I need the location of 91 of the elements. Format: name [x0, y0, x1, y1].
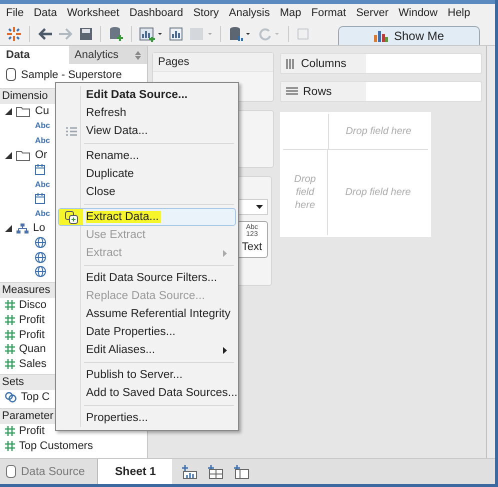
new-dashboard-icon[interactable]: [208, 464, 224, 478]
field-name[interactable]: Profit: [19, 328, 45, 341]
menu-item[interactable]: Story: [193, 7, 219, 19]
columns-icon: [286, 58, 296, 68]
menu-item[interactable]: Publish to Server...: [58, 366, 236, 384]
hash-icon: [5, 426, 15, 436]
menu-item[interactable]: Duplicate: [58, 165, 236, 183]
calendar-icon: [35, 193, 45, 204]
data-source-name[interactable]: Sample - Superstore: [21, 68, 122, 80]
database-icon: [6, 465, 16, 478]
string-type-icon: Abc: [35, 121, 50, 130]
hash-icon: [5, 358, 15, 369]
field-name[interactable]: Profit: [19, 424, 45, 437]
field-name[interactable]: Top C: [21, 391, 50, 404]
shelf[interactable]: Rows: [280, 81, 482, 102]
new-worksheet-icon[interactable]: [182, 464, 198, 478]
field-name[interactable]: Sales: [19, 358, 47, 370]
globe-icon: [35, 237, 46, 248]
database-icon[interactable]: [228, 26, 252, 42]
menu-item[interactable]: Refresh: [58, 104, 236, 122]
section-header: Dimensio: [2, 90, 48, 102]
menu-item[interactable]: Add to Saved Data Sources...: [58, 384, 236, 402]
hierarchy-icon: [16, 222, 29, 234]
card-title: Pages: [158, 56, 190, 68]
globe-icon: [35, 266, 46, 278]
field-name[interactable]: Or: [35, 149, 48, 162]
menu-item[interactable]: Analysis: [228, 7, 270, 19]
caret-icon: [256, 205, 263, 209]
menu-item[interactable]: Data: [34, 7, 57, 19]
rows-icon: [286, 86, 298, 96]
extract-icon: [64, 210, 78, 224]
menu-item[interactable]: Properties...: [58, 409, 236, 427]
field-name[interactable]: Quan: [19, 343, 46, 356]
menu-item[interactable]: Edit Aliases...: [58, 341, 236, 359]
hash-icon: [5, 330, 15, 340]
menu-item[interactable]: Help: [448, 7, 470, 19]
menu-item[interactable]: Edit Data Source...: [58, 86, 236, 104]
sort-icon[interactable]: [135, 50, 141, 60]
calendar-icon: [35, 164, 45, 176]
menu-item[interactable]: Extract Data...: [58, 208, 236, 226]
hash-icon: [5, 344, 15, 354]
field-name[interactable]: Top Customers: [19, 440, 93, 452]
menu-item[interactable]: Dashboard: [129, 7, 184, 19]
section-header: Measures: [2, 284, 50, 296]
string-type-icon: Abc: [35, 208, 50, 218]
section-header: Parameter: [2, 410, 54, 422]
hash-icon: [5, 440, 15, 451]
table-icon: [66, 126, 76, 136]
shelf[interactable]: Columns: [280, 53, 482, 74]
save-icon[interactable]: [79, 26, 93, 40]
show-me-tab[interactable]: Show Me: [338, 26, 480, 45]
globe-icon: [35, 252, 46, 263]
field-name[interactable]: Disco: [19, 299, 47, 312]
menu-item[interactable]: Map: [280, 7, 302, 19]
menu-item[interactable]: Edit Data Source Filters...: [58, 269, 236, 287]
mark-type-dropdown[interactable]: [238, 199, 268, 215]
expand-triangle-icon[interactable]: [5, 152, 12, 159]
menu-item[interactable]: Assume Referential Integrity: [58, 305, 236, 323]
field-name[interactable]: Lo: [33, 222, 46, 234]
menu-item[interactable]: Window: [398, 7, 438, 19]
bar-chart-icon: [374, 30, 388, 42]
expand-triangle-icon[interactable]: [5, 224, 12, 232]
sheet-tab[interactable]: Sheet 1: [98, 459, 172, 484]
menu-item[interactable]: Format: [311, 7, 346, 19]
hash-icon: [5, 315, 15, 326]
hash-icon: [5, 300, 15, 310]
menu-item[interactable]: Rename...: [58, 147, 236, 165]
submenu-arrow-icon: [223, 346, 227, 354]
field-name[interactable]: Cu: [35, 105, 50, 118]
new-worksheet-icon[interactable]: [139, 26, 163, 42]
string-type-icon: Abc: [35, 136, 50, 145]
menu-item[interactable]: Close: [58, 183, 236, 201]
panel-tab[interactable]: Analytics: [68, 46, 147, 64]
folder-icon: [16, 150, 31, 161]
new-story-icon[interactable]: [234, 464, 250, 478]
back-icon[interactable]: [37, 26, 53, 40]
menu-item[interactable]: View Data...: [58, 122, 236, 140]
section-header: Sets: [2, 376, 24, 388]
set-icon: [5, 392, 17, 403]
chart-icon[interactable]: [168, 26, 184, 42]
new-data-source-icon[interactable]: [108, 26, 124, 42]
field-name[interactable]: Profit: [19, 314, 45, 326]
menu-item[interactable]: Worksheet: [66, 7, 120, 19]
menu-item[interactable]: Date Properties...: [58, 323, 236, 341]
expand-triangle-icon[interactable]: [5, 108, 12, 115]
submenu-arrow-icon: [223, 250, 227, 256]
logo-icon[interactable]: [6, 26, 22, 42]
string-type-icon: Abc: [35, 180, 50, 189]
menu-item[interactable]: Server: [356, 7, 388, 19]
database-icon: [6, 68, 16, 81]
menu-item[interactable]: File: [6, 7, 24, 19]
